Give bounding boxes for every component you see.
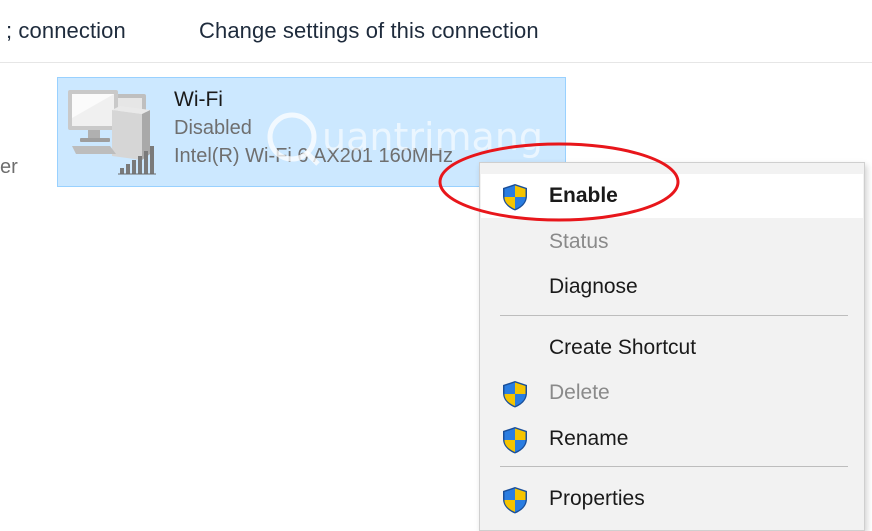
menu-item-delete: Delete <box>481 371 863 415</box>
menu-item-enable[interactable]: Enable <box>481 174 863 218</box>
menu-item-label: Create Shortcut <box>549 336 697 359</box>
connection-details: Wi-Fi Disabled Intel(R) Wi-Fi 6 AX201 16… <box>174 86 453 170</box>
menu-item-rename[interactable]: Rename <box>481 417 863 461</box>
uac-shield-icon <box>500 425 530 455</box>
menu-item-label: Properties <box>549 487 645 510</box>
connection-device: Intel(R) Wi-Fi 6 AX201 160MHz <box>174 145 453 167</box>
connection-name: Wi-Fi <box>174 88 223 111</box>
network-computer-wifi-icon <box>68 90 156 175</box>
menu-separator <box>500 466 848 467</box>
menu-item-create-shortcut[interactable]: Create Shortcut <box>481 326 863 370</box>
menu-item-label: Diagnose <box>549 275 638 298</box>
uac-shield-icon <box>500 182 530 212</box>
context-menu: Enable Status Diagnose Create Shortcut D… <box>479 162 865 531</box>
menu-item-properties[interactable]: Properties <box>481 477 863 521</box>
menu-item-diagnose[interactable]: Diagnose <box>481 265 863 309</box>
toolbar-connection-button[interactable]: ; connection <box>6 18 126 44</box>
menu-item-label: Enable <box>549 184 618 207</box>
menu-separator <box>500 315 848 316</box>
truncated-left-text: er <box>0 156 18 178</box>
menu-item-label: Status <box>549 230 609 253</box>
menu-item-label: Rename <box>549 427 629 450</box>
connection-status: Disabled <box>174 117 252 139</box>
menu-item-label: Delete <box>549 381 610 404</box>
menu-item-status: Status <box>481 220 863 264</box>
change-settings-button[interactable]: Change settings of this connection <box>199 18 539 44</box>
command-bar: ; connection Change settings of this con… <box>0 0 872 63</box>
uac-shield-icon <box>500 485 530 515</box>
uac-shield-icon <box>500 379 530 409</box>
